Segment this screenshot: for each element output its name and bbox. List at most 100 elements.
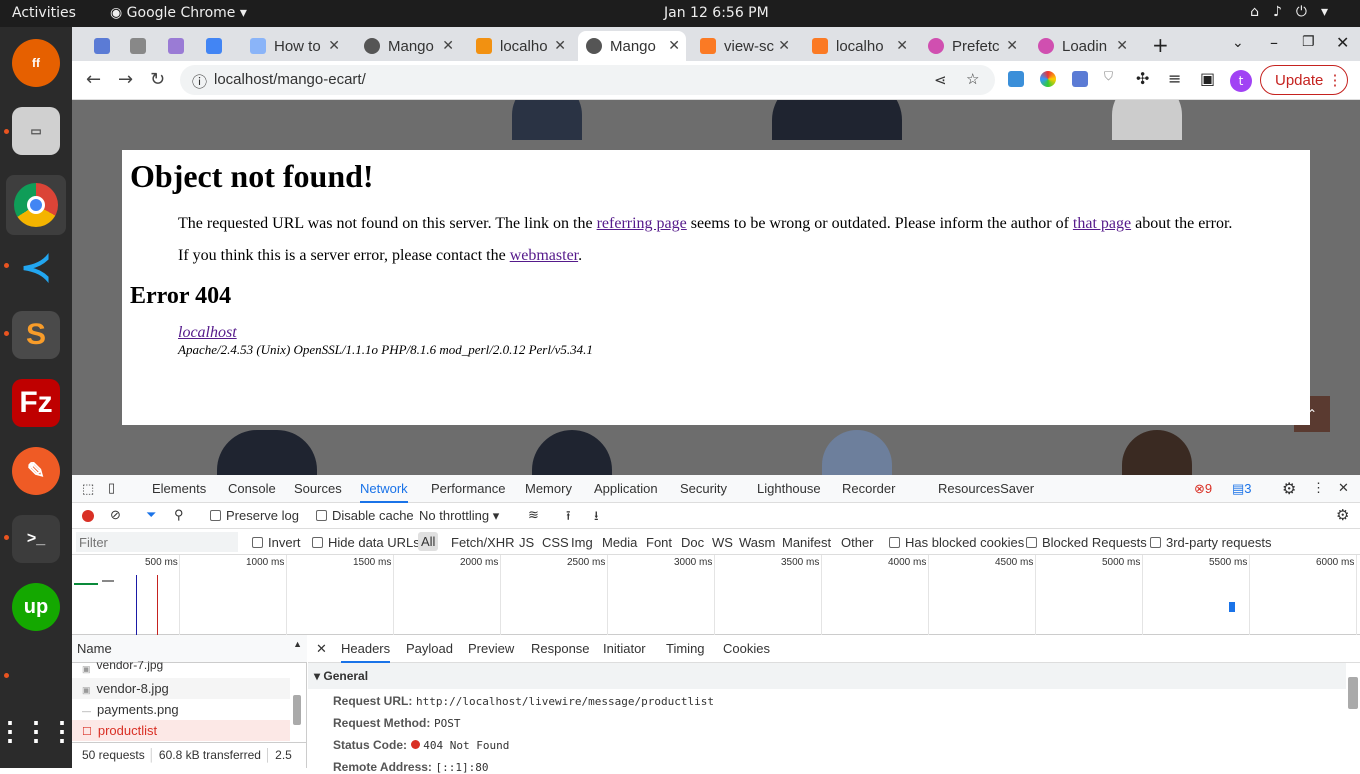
request-row[interactable]: ▣ vendor-8.jpg — [72, 678, 290, 699]
close-tab-icon[interactable]: ✕ — [668, 37, 680, 54]
tab-application[interactable]: Application — [594, 481, 658, 496]
files-icon[interactable]: ▭ — [12, 107, 60, 155]
filter-icon[interactable]: ⏷ — [146, 507, 156, 523]
tab-security[interactable]: Security — [680, 481, 727, 496]
tab-loading[interactable]: Loadin ✕ — [1030, 31, 1134, 61]
type-filter-doc[interactable]: Doc — [681, 535, 704, 550]
extension-icon[interactable] — [1040, 71, 1056, 87]
webmaster-link[interactable]: webmaster — [510, 247, 578, 264]
timeline-overview[interactable]: 500 ms 1000 ms 1500 ms 2000 ms 2500 ms 3… — [72, 555, 1360, 635]
tab-search-button[interactable]: ⌄ — [1232, 35, 1244, 51]
tab-pinned-3[interactable] — [160, 31, 190, 61]
extension-icon[interactable] — [1072, 71, 1088, 87]
app-menu[interactable]: ◉ Google Chrome ▾ — [110, 5, 247, 21]
close-tab-icon[interactable]: ✕ — [442, 37, 454, 54]
tab-response[interactable]: Response — [531, 641, 590, 656]
back-button[interactable]: ← — [86, 69, 101, 90]
scrollbar[interactable] — [293, 695, 301, 725]
network-settings-icon[interactable]: ⚙ — [1336, 506, 1349, 524]
address-bar[interactable]: ⓘ localhost/mango-ecart/ ⋖ ☆ — [180, 65, 995, 95]
tab-network[interactable]: Network — [360, 481, 408, 503]
that-page-link[interactable]: that page — [1073, 215, 1131, 232]
type-filter-manifest[interactable]: Manifest — [782, 535, 831, 550]
tab-mango-1[interactable]: Mango ✕ — [356, 31, 460, 61]
more-options-icon[interactable]: ⋮ — [1312, 480, 1325, 496]
vscode-icon[interactable]: ≺ — [12, 243, 60, 291]
type-filter-other[interactable]: Other — [841, 535, 874, 550]
type-filter-ws[interactable]: WS — [712, 535, 733, 550]
tab-memory[interactable]: Memory — [525, 481, 572, 496]
has-blocked-cookies-checkbox[interactable]: Has blocked cookies — [889, 535, 1024, 550]
preserve-log-checkbox[interactable]: Preserve log — [210, 508, 299, 523]
tab-recorder[interactable]: Recorder — [842, 481, 895, 496]
system-tray[interactable]: ⌂♪⏻▾ — [1250, 4, 1342, 20]
tab-pinned-4[interactable] — [198, 31, 228, 61]
request-row[interactable]: — payments.png — [72, 699, 290, 720]
tab-console[interactable]: Console — [228, 481, 276, 496]
update-button[interactable]: Update ⋮ — [1260, 65, 1348, 95]
extension-icon[interactable] — [1008, 71, 1024, 87]
firefox-icon[interactable]: ff — [12, 39, 60, 87]
tab-prefetch[interactable]: Prefetc ✕ — [920, 31, 1024, 61]
share-icon[interactable]: ⋖ — [934, 71, 947, 89]
close-tab-icon[interactable]: ✕ — [1006, 37, 1018, 54]
clock[interactable]: Jan 12 6:56 PM — [664, 5, 769, 21]
puzzle-icon[interactable]: ✣ — [1136, 69, 1149, 88]
hide-data-urls-checkbox[interactable]: Hide data URLs — [312, 535, 420, 550]
tab-lighthouse[interactable]: Lighthouse — [757, 481, 821, 496]
type-filter-css[interactable]: CSS — [542, 535, 569, 550]
postman-icon[interactable]: ✎ — [12, 447, 60, 495]
tab-mango-active[interactable]: Mango ✕ — [578, 31, 686, 61]
third-party-requests-checkbox[interactable]: 3rd-party requests — [1150, 535, 1272, 550]
tab-pinned-1[interactable] — [86, 31, 116, 61]
bookmark-star-icon[interactable]: ☆ — [966, 70, 979, 88]
tab-headers[interactable]: Headers — [341, 641, 391, 663]
close-devtools-icon[interactable]: ✕ — [1338, 480, 1349, 496]
tab-pinned-2[interactable] — [122, 31, 152, 61]
message-count-badge[interactable]: ▤3 — [1232, 481, 1252, 497]
minimize-button[interactable]: – — [1270, 33, 1278, 52]
settings-gear-icon[interactable]: ⚙ — [1282, 479, 1296, 499]
referring-page-link[interactable]: referring page — [597, 215, 687, 232]
sublime-text-icon[interactable]: S — [12, 311, 60, 359]
type-filter-img[interactable]: Img — [571, 535, 593, 550]
type-filter-all[interactable]: All — [418, 532, 439, 551]
upwork-icon[interactable]: up — [12, 583, 60, 631]
tab-view-source[interactable]: view-sc ✕ — [692, 31, 796, 61]
disable-cache-checkbox[interactable]: Disable cache — [316, 508, 414, 523]
filter-input[interactable] — [76, 532, 238, 552]
close-tab-icon[interactable]: ✕ — [328, 37, 340, 54]
reading-list-icon[interactable]: ≡ — [1168, 69, 1181, 88]
activities-button[interactable]: Activities — [12, 5, 76, 21]
import-har-icon[interactable]: ⭱ — [566, 507, 571, 529]
inspect-element-icon[interactable]: ⬚ — [82, 481, 94, 497]
network-conditions-icon[interactable]: ≋ — [528, 507, 539, 523]
close-window-button[interactable]: ✕ — [1336, 33, 1349, 52]
type-filter-wasm[interactable]: Wasm — [739, 535, 775, 550]
reload-button[interactable]: ↻ — [150, 69, 165, 90]
general-section-header[interactable]: ▾ General — [308, 663, 1346, 689]
tab-payload[interactable]: Payload — [406, 641, 453, 656]
tab-cookies[interactable]: Cookies — [723, 641, 770, 656]
new-tab-button[interactable]: + — [1152, 33, 1169, 57]
filezilla-icon[interactable]: Fz — [12, 379, 60, 427]
shield-icon[interactable]: ⛉ — [1104, 69, 1113, 84]
error-count-badge[interactable]: ⊗9 — [1194, 481, 1212, 497]
forward-button[interactable]: → — [118, 69, 133, 90]
request-row-selected[interactable]: ☐ productlist — [72, 720, 290, 741]
tab-elements[interactable]: Elements — [152, 481, 206, 496]
profile-avatar[interactable]: t — [1230, 70, 1252, 92]
tab-preview[interactable]: Preview — [468, 641, 514, 656]
tab-how-to[interactable]: How to ✕ — [242, 31, 346, 61]
details-scrollbar[interactable] — [1348, 677, 1358, 709]
close-tab-icon[interactable]: ✕ — [1116, 37, 1128, 54]
close-tab-icon[interactable]: ✕ — [778, 37, 790, 54]
request-row[interactable]: ▣ vendor-7.jpg — [72, 661, 290, 674]
throttling-select[interactable]: No throttling ▾ — [419, 508, 499, 524]
tab-initiator[interactable]: Initiator — [603, 641, 646, 656]
show-apps-icon[interactable]: ⋮⋮⋮ — [0, 707, 75, 755]
maximize-button[interactable]: ❐ — [1302, 34, 1315, 50]
tab-localhost-xampp[interactable]: localho ✕ — [804, 31, 914, 61]
side-panel-icon[interactable]: ▣ — [1200, 69, 1215, 88]
close-details-icon[interactable]: ✕ — [316, 641, 327, 657]
